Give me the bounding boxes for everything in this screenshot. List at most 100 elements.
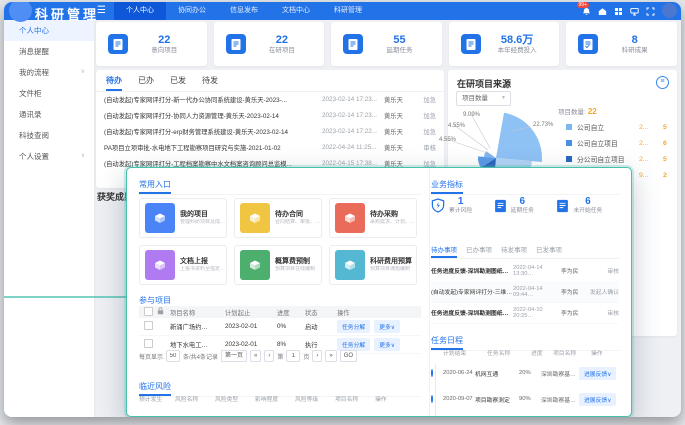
stat-card-delayed-tasks[interactable]: 55 延期任务 [331,22,442,66]
monitor-icon[interactable] [630,7,639,16]
quick-tile-budget-prep[interactable]: 概算费预制预算项目在线编制 [234,245,322,285]
todo-row[interactable]: (自动发起)专家网评打分-新一代办公协同系统建设-黄乐天-2023-...202… [96,92,444,108]
row-checkbox[interactable] [144,339,153,348]
stat-card-annual-funds[interactable]: 58.6万 本年经费投入 [449,22,560,66]
todo-row[interactable]: (自动发起)专家网评打分-erp财务管理系统建设-黄乐天-2023-02-142… [96,124,444,140]
legend-item[interactable]: 分公司自立项目 2... 5 [566,154,667,164]
schedule-row[interactable]: 2020-09-07 项目勘察测定 90% 深圳勘察基… 进展反馈∨ [431,386,619,412]
panel-menu-icon[interactable]: ≡ [656,76,669,89]
todo-row[interactable]: (自动发起)专家网评打分-协同人力资源管理-黄乐天-2023-02-142023… [96,108,444,124]
quick-tile-contracts[interactable]: 待办合同合同结算、审批、进度执行 [234,198,322,238]
modal-todo-tabs: 待办事项 已办事项 待发事项 已发事项 [431,244,619,259]
stat-value: 22 [128,34,201,46]
user-avatar[interactable] [662,3,677,18]
biz-stat-risk[interactable]: 1累计风险 [431,196,494,215]
schedule-row[interactable]: 2020-06-24 机网互通 20% 深圳勘察基… 进展反馈∨ [431,360,619,386]
stat-card-research-results[interactable]: 8 科研成果 [566,22,677,66]
notification-badge: 99+ [577,2,589,8]
quick-tile-doc-upload[interactable]: 文档上报上报书资料至指定网站 [139,245,227,285]
stat-label: 科研成果 [598,46,671,55]
quick-tile-my-projects[interactable]: 我的项目管理科研项目及成果信息 [139,198,227,238]
more-button[interactable]: 更多∨ [374,320,400,333]
sidebar-item-my-flows[interactable]: 我的流程∨ [4,62,94,83]
more-button[interactable]: 更多∨ [374,338,400,351]
top-nav: 个人中心 协同办公 信息发布 文档中心 科研管理 [114,2,374,20]
lock-icon [157,307,164,315]
stat-label: 意向项目 [128,46,201,55]
tab-sent[interactable]: 已发 [170,75,186,91]
tab-tosend-items[interactable]: 待发事项 [501,244,527,258]
per-page-label: 每页显示 [139,352,163,361]
select-all-checkbox[interactable] [144,307,153,316]
shield-icon [431,198,445,213]
tab-todo-items[interactable]: 待办事项 [431,244,457,258]
pie-percent-label: 4.55% [448,123,465,129]
hamburger-menu-icon[interactable]: ☰ [97,6,106,16]
app-title: 科研管理 [35,4,99,23]
home-icon[interactable] [598,7,607,16]
quick-tile-research-budget[interactable]: 科研费用预算预算项目课题编制 [329,245,417,285]
nav-item-research[interactable]: 科研管理 [322,2,374,20]
biz-stat-notstarted[interactable]: 6未开始任务 [556,196,619,215]
schedule-table-header: 计划结束 任务名称 进度 项目名称 操作 [431,348,619,357]
legend-item[interactable]: 公司自立 2... 5 [566,122,667,132]
clipboard-icon [226,34,246,54]
biz-stats: 1累计风险 6延期任务 6未开始任务 [431,196,619,215]
stat-label: 延期任务 [363,46,436,55]
stat-card-intent-projects[interactable]: 22 意向项目 [96,22,207,66]
row-checkbox[interactable] [144,321,153,330]
table-row[interactable]: 新涌广场约… 2023-02-01 0% 启动 任务分解 更多∨ [139,318,421,336]
quick-entry-modal: 常用入口 我的项目管理科研项目及成果信息 待办合同合同结算、审批、进度执行 待办… [126,167,632,417]
nav-item-info[interactable]: 信息发布 [218,2,270,20]
pagination: 每页显示 条/共4条记录 第一页 « ‹ 第 页 › » GO [139,350,357,362]
todo-item-row[interactable]: 任务进度反馈-深圳勘测图纸上传完成…2022-04-14 13:30… 李为民审… [431,260,619,282]
go-button[interactable]: GO [340,350,357,362]
biz-stat-delayed[interactable]: 6延期任务 [494,196,557,215]
first-page-button[interactable]: 第一页 [221,350,247,362]
legend-item[interactable]: 公司自立项目 2... 6 [566,138,667,148]
nav-item-personal[interactable]: 个人中心 [114,2,166,20]
pie-slice[interactable] [484,151,496,158]
cube-icon [335,250,365,280]
apps-grid-icon[interactable] [614,7,623,16]
progress-feedback-button[interactable]: 进展反馈∨ [579,367,616,380]
todo-item-row[interactable]: 任务进度反馈-深圳勘测图纸上传完成…2022-04-10 20:25… 李为民审… [431,302,619,324]
tab-done-items[interactable]: 已办事项 [466,244,492,258]
quick-tile-procurement[interactable]: 待办采购采购需求、计划、订单、… [329,198,417,238]
pie-slice-large[interactable] [496,113,542,162]
highlight-line [4,296,126,298]
tab-done[interactable]: 已办 [138,75,154,91]
sidebar-item-messages[interactable]: 消息提醒 [4,41,94,62]
next-page-button[interactable]: › [312,350,322,362]
modal-divider [429,168,430,416]
sidebar-item-settings[interactable]: 个人设置∨ [4,146,94,167]
prev-page-button[interactable]: ‹ [264,350,274,362]
tab-tosend[interactable]: 待发 [202,75,218,91]
fullscreen-icon[interactable] [646,7,655,16]
sidebar-item-file-cabinet[interactable]: 文件柜 [4,83,94,104]
quick-entry-grid: 我的项目管理科研项目及成果信息 待办合同合同结算、审批、进度执行 待办采购采购需… [139,198,421,285]
nav-item-collab[interactable]: 协同办公 [166,2,218,20]
sidebar-item-personal-center[interactable]: 个人中心 [4,20,94,41]
per-page-input[interactable] [166,350,180,362]
page-number-input[interactable] [286,350,300,362]
prev-fast-button[interactable]: « [250,350,261,362]
document-icon [556,199,569,213]
progress-feedback-button[interactable]: 进展反馈∨ [579,393,616,406]
task-decompose-button[interactable]: 任务分解 [337,320,370,333]
cube-icon [240,203,270,233]
document-icon [494,199,507,213]
stat-value: 58.6万 [481,34,554,46]
tab-todo[interactable]: 待办 [106,75,122,91]
topbar: 科研管理 ☰ 个人中心 协同办公 信息发布 文档中心 科研管理 99+ [4,2,681,20]
sidebar-item-contacts[interactable]: 通讯录 [4,104,94,125]
timeline-dot-icon [431,369,433,377]
schedule-row[interactable]: 2020-09-09 项目协调会… 0% 深圳勘察基… 进展反馈∨ [431,412,619,417]
stat-card-active-projects[interactable]: 22 在研项目 [214,22,325,66]
next-fast-button[interactable]: » [325,350,336,362]
sidebar-item-tech-lookup[interactable]: 科技查阅 [4,125,94,146]
nav-item-docs[interactable]: 文档中心 [270,2,322,20]
todo-row[interactable]: PA项目立项审批-水电地下工程勘察项目研究与实施-2021-01-022022-… [96,139,444,155]
tab-sent-items[interactable]: 已发事项 [536,244,562,258]
todo-item-row[interactable]: (自动发起)专家网评打分-三维设计…2022-04-14 09:44… 李为民发… [431,281,619,303]
